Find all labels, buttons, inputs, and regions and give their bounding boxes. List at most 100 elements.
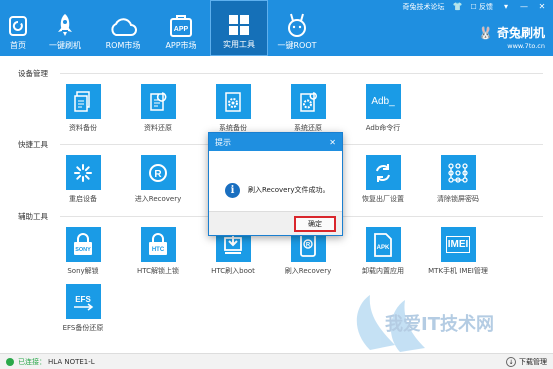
- brand-name: 奇兔刷机: [496, 26, 545, 40]
- window-controls: 奇兔技术论坛 👕 ☐ 反馈 ▾ — ✕: [402, 0, 553, 14]
- tool-label: 恢复出厂设置: [362, 195, 404, 203]
- tool-htc-unlock[interactable]: HTC HTC解锁上锁: [123, 227, 193, 276]
- dialog-body: i 刷入Recovery文件成功。: [209, 151, 342, 215]
- document-restore-icon: [150, 91, 167, 111]
- tool-label: 资料备份: [69, 124, 97, 132]
- tool-label: 进入Recovery: [134, 195, 182, 203]
- nav-tools[interactable]: 实用工具: [210, 0, 268, 56]
- section-divider: [60, 73, 543, 74]
- htc-lock-icon: HTC: [149, 232, 167, 255]
- dialog-message: 刷入Recovery文件成功。: [248, 186, 330, 194]
- section-assist: 辅助工具: [18, 212, 48, 221]
- tool-system-backup[interactable]: 系统备份: [198, 84, 268, 133]
- app-bag-icon: APP: [170, 15, 192, 37]
- svg-text:APP: APP: [174, 26, 189, 33]
- dialog-close-icon[interactable]: ✕: [329, 138, 336, 147]
- brand-url: www.7to.cn: [507, 42, 545, 50]
- nav-root[interactable]: 一键ROOT: [268, 0, 326, 56]
- document-copy-icon: [74, 90, 90, 112]
- section-shortcut: 快捷工具: [18, 140, 48, 149]
- tool-label: 资料还原: [144, 124, 172, 132]
- forum-link[interactable]: 奇兔技术论坛: [402, 2, 444, 12]
- home-icon: [9, 16, 27, 36]
- efs-text: EFS: [75, 295, 91, 304]
- tool-label: Adb命令行: [365, 124, 401, 132]
- nav-flash[interactable]: 一键刷机: [36, 0, 94, 56]
- imei-icon: IMEI: [445, 236, 471, 253]
- nav-app-label: APP市场: [165, 41, 197, 50]
- close-icon[interactable]: ✕: [537, 2, 547, 12]
- download-label: 下载管理: [519, 358, 547, 366]
- prompt-dialog: 提示 ✕ i 刷入Recovery文件成功。 确定: [208, 132, 343, 236]
- dialog-footer: 确定: [209, 211, 342, 235]
- tool-enter-recovery[interactable]: R 进入Recovery: [123, 155, 193, 204]
- tool-sony-unlock[interactable]: SONY Sony解锁: [48, 227, 118, 276]
- refresh-icon: [376, 163, 390, 182]
- svg-text:R: R: [154, 169, 162, 180]
- nav-flash-label: 一键刷机: [49, 41, 81, 50]
- menu-icon[interactable]: ▾: [501, 2, 511, 12]
- connection-status: 已连接：: [18, 357, 46, 366]
- nav-rom-label: ROM市场: [105, 41, 141, 50]
- pattern-lock-icon: [448, 162, 468, 183]
- efs-icon: EFS: [74, 295, 94, 311]
- rocket-icon: [58, 14, 72, 36]
- gear-restore-icon: [300, 91, 317, 112]
- tool-clear-lock[interactable]: 清除锁屏密码: [423, 155, 493, 204]
- nav-home[interactable]: 首页: [0, 0, 36, 56]
- grid-icon: [229, 15, 249, 35]
- tool-label: HTC刷入boot: [211, 267, 255, 275]
- dialog-header: 提示 ✕: [209, 133, 342, 151]
- apk-text: APK: [377, 245, 390, 251]
- shirt-icon[interactable]: 👕: [452, 2, 463, 12]
- svg-text:我爱IT技术网: 我爱IT技术网: [385, 313, 494, 335]
- minimize-icon[interactable]: —: [519, 2, 529, 12]
- apk-file-icon: APK: [374, 232, 392, 257]
- status-bar: 已连接： HLA NOTE1-L: [0, 353, 553, 369]
- section-device: 设备管理: [18, 69, 48, 78]
- nav-rom-market[interactable]: ROM市场: [94, 0, 152, 56]
- tool-data-backup[interactable]: 资料备份: [48, 84, 118, 133]
- dialog-title: 提示: [215, 137, 231, 147]
- download-icon: ↓: [506, 357, 516, 367]
- tool-label: 刷入Recovery: [284, 267, 332, 275]
- rabbit-icon: [288, 13, 306, 37]
- tool-label: HTC解锁上锁: [136, 267, 180, 275]
- tool-label: 重启设备: [69, 195, 97, 203]
- nav-tools-label: 实用工具: [223, 40, 255, 49]
- tool-mtk-imei[interactable]: IMEI MTK手机 IMEI管理: [423, 227, 493, 276]
- main-nav: 首页 一键刷机 ROM市场 APP APP市场 实用工具 一键ROOT: [0, 0, 326, 56]
- tool-label: 卸载内置应用: [362, 267, 404, 275]
- sony-lock-icon: SONY: [74, 232, 92, 255]
- feedback-link[interactable]: ☐ 反馈: [470, 2, 493, 12]
- svg-text:R: R: [306, 242, 311, 248]
- brand-rabbit-icon: 🐰: [478, 25, 493, 40]
- nav-root-label: 一键ROOT: [277, 41, 317, 50]
- tool-label: 清除锁屏密码: [437, 195, 479, 203]
- tool-adb[interactable]: Adb_ Adb命令行: [348, 84, 418, 133]
- nav-app-market[interactable]: APP APP市场: [152, 0, 210, 56]
- ok-button[interactable]: 确定: [294, 216, 336, 232]
- download-manager-button[interactable]: ↓ 下载管理: [506, 357, 547, 367]
- tool-uninstall-builtin[interactable]: APK 卸载内置应用: [348, 227, 418, 276]
- tool-label: MTK手机 IMEI管理: [428, 267, 488, 275]
- device-name: HLA NOTE1-L: [48, 357, 95, 366]
- tool-label: Sony解锁: [67, 267, 99, 275]
- tool-data-restore[interactable]: 资料还原: [123, 84, 193, 133]
- info-icon: i: [225, 182, 240, 198]
- recovery-icon: R: [149, 163, 167, 182]
- tool-reboot[interactable]: 重启设备: [48, 155, 118, 204]
- connected-icon: [6, 357, 14, 366]
- feedback-label: 反馈: [479, 3, 493, 11]
- tool-label: EFS备份还原: [62, 324, 104, 332]
- phone-recovery-icon: R: [300, 232, 316, 257]
- cloud-icon: [111, 18, 137, 36]
- brand: 🐰 奇兔刷机 www.7to.cn: [478, 24, 545, 51]
- tool-system-restore[interactable]: 系统还原: [273, 84, 343, 133]
- adb-terminal-icon: Adb_: [371, 96, 395, 107]
- sony-text: SONY: [75, 247, 91, 253]
- tool-efs-backup[interactable]: EFS EFS备份还原: [48, 284, 118, 333]
- nav-home-label: 首页: [10, 41, 26, 50]
- htc-text: HTC: [152, 247, 165, 253]
- tool-factory-reset[interactable]: 恢复出厂设置: [348, 155, 418, 204]
